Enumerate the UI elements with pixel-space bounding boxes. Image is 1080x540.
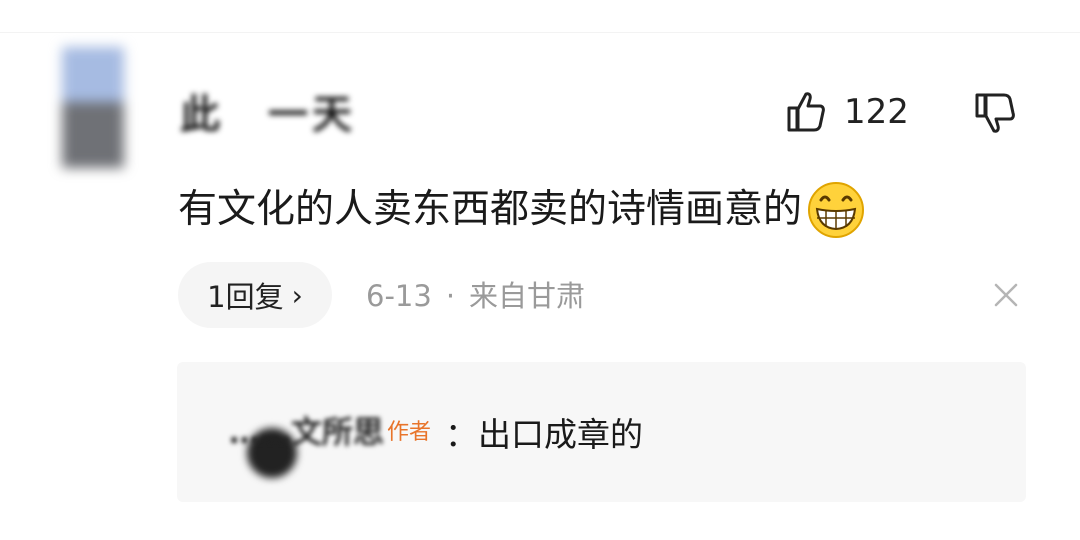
avatar[interactable] [62, 47, 124, 168]
reply-count-label: 1回复 [207, 280, 284, 314]
thumbs-up-icon[interactable] [786, 90, 826, 134]
meta-separator: · [445, 279, 456, 313]
comment-meta: 6-13 · 来自甘肃 [366, 274, 585, 318]
comment-text: 有文化的人卖东西都卖的诗情画意的 [178, 180, 866, 240]
reply-preview[interactable]: ……文所思 作者 ：出口成章的 [177, 362, 1026, 502]
like-count: 122 [844, 92, 909, 132]
reply-username[interactable]: ……文所思 [229, 410, 384, 456]
comment-location: 来自甘肃 [469, 279, 586, 313]
comment-body: 有文化的人卖东西都卖的诗情画意的 [178, 187, 803, 232]
view-replies-button[interactable]: 1回复 › [178, 262, 332, 328]
top-divider [0, 32, 1080, 33]
comment-date: 6-13 [366, 279, 432, 313]
close-icon[interactable] [993, 282, 1019, 308]
comment-page: 此 一天 122 有文化的人卖东西都卖的诗情画意的 1回复 › 6-13 · 来… [0, 0, 1080, 540]
chevron-right-icon: › [291, 278, 303, 312]
like-button[interactable]: 122 [786, 88, 909, 136]
thumbs-down-icon[interactable] [974, 91, 1020, 135]
author-badge: 作者 [387, 420, 432, 445]
grinning-emoji-icon [806, 180, 866, 240]
comment-username[interactable]: 此 一天 [180, 90, 356, 140]
reply-text: ：出口成章的 [445, 415, 643, 454]
